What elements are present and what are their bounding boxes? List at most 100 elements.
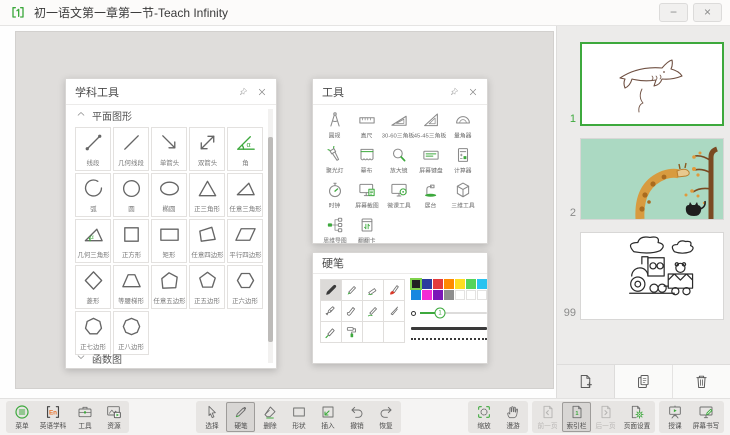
line-style-solid[interactable]: [411, 327, 487, 330]
page-thumbnail-2[interactable]: [580, 138, 724, 220]
pin-button[interactable]: [238, 87, 248, 97]
slider-track[interactable]: 1: [420, 312, 487, 314]
color-swatch[interactable]: [422, 290, 432, 300]
tool-keyboard[interactable]: 屏幕键盘: [415, 146, 446, 178]
page-thumbnail-1[interactable]: [580, 42, 724, 126]
tool-ruler[interactable]: 直尺: [351, 111, 382, 143]
pen-panel-header[interactable]: 硬笔: [313, 253, 487, 274]
shape-tile-rhombus[interactable]: 菱形: [75, 265, 111, 309]
section-function-graph[interactable]: 函数图: [66, 348, 276, 368]
tools-panel-header[interactable]: 工具: [313, 79, 487, 105]
pen-type-pen-ball[interactable]: [341, 300, 363, 322]
shape-tile-circle[interactable]: 圆: [113, 173, 149, 217]
color-swatch[interactable]: [444, 279, 454, 289]
shape-tile-angle[interactable]: α角: [227, 127, 263, 171]
tool-tri4545[interactable]: 45-45三角板: [415, 111, 446, 143]
color-swatch[interactable]: [411, 279, 421, 289]
color-swatch[interactable]: [433, 290, 443, 300]
zoom-tool-button[interactable]: 缩放: [469, 402, 498, 432]
screen-write-button[interactable]: 屏幕书写: [689, 402, 723, 432]
shape-tile-hexagon[interactable]: 正六边形: [227, 265, 263, 309]
pen-type-pen-brush[interactable]: [383, 279, 405, 301]
present-button[interactable]: 授课: [660, 402, 689, 432]
pen-type-pen-hard[interactable]: [320, 279, 342, 301]
tool-spotlight[interactable]: 聚光灯: [319, 146, 350, 178]
shape-tile-geo-segment[interactable]: 几何线段: [113, 127, 149, 171]
tool-compass[interactable]: 圆规: [319, 111, 350, 143]
slider-handle[interactable]: 1: [435, 308, 446, 319]
pen-type-pen-chalk[interactable]: [362, 279, 384, 301]
panel-scrollbar[interactable]: [268, 109, 273, 363]
pen-type-pen-ink[interactable]: [383, 300, 405, 322]
tool-protractor[interactable]: 量角器: [447, 111, 478, 143]
pin-button[interactable]: [449, 87, 459, 97]
tool-magnifier[interactable]: 放大镜: [383, 146, 414, 178]
tool-flipcard[interactable]: 翻翻卡: [351, 216, 382, 248]
close-panel-button[interactable]: [257, 87, 267, 97]
shape-tile-tri-any[interactable]: 任意三角形: [227, 173, 263, 217]
pan-tool-button[interactable]: 漫游: [498, 402, 527, 432]
minimize-button[interactable]: −: [659, 3, 688, 22]
shape-tile-ellipse[interactable]: 椭圆: [151, 173, 187, 217]
tool-tri3060[interactable]: 30-60三角板: [383, 111, 414, 143]
close-button[interactable]: ×: [693, 3, 722, 22]
pen-type-pen-texture[interactable]: [362, 300, 384, 322]
index-bar-button[interactable]: 1索引栏: [562, 402, 591, 432]
subject-en-button[interactable]: En英语学科: [36, 402, 70, 432]
shape-tile-quad-any[interactable]: 任意四边形: [189, 219, 225, 263]
page-settings-button[interactable]: 页面设置: [620, 402, 654, 432]
pen-type-pen-fountain[interactable]: [320, 300, 342, 322]
shape-tile-tri-eq[interactable]: 正三角形: [189, 173, 225, 217]
delete-page-button[interactable]: [672, 365, 730, 398]
color-swatch[interactable]: [477, 290, 487, 300]
shape-tile-tri-geo[interactable]: α几何三角形: [75, 219, 111, 263]
next-page-button[interactable]: 后一页: [591, 402, 620, 432]
select-button[interactable]: 选择: [197, 402, 226, 432]
color-swatch[interactable]: [444, 290, 454, 300]
tool-visualizer[interactable]: 展台: [415, 181, 446, 213]
scrollbar-thumb[interactable]: [268, 137, 273, 342]
subject-panel-header[interactable]: 学科工具: [66, 79, 276, 105]
eraser-tool-button[interactable]: 删除: [255, 402, 284, 432]
pen-size-slider[interactable]: 1: [411, 307, 487, 319]
resource-button[interactable]: 资源: [99, 402, 128, 432]
redo-tool-button[interactable]: 恢复: [371, 402, 400, 432]
pen-type-pen-stamp[interactable]: [341, 321, 363, 343]
close-panel-button[interactable]: [468, 87, 478, 97]
undo-tool-button[interactable]: 撤销: [342, 402, 371, 432]
tool-curtain[interactable]: 幕布: [351, 146, 382, 178]
shape-tile-square[interactable]: 正方形: [113, 219, 149, 263]
color-swatch[interactable]: [455, 279, 465, 289]
tool-calculator[interactable]: 计算器: [447, 146, 478, 178]
pen-tool-button[interactable]: 硬笔: [226, 402, 255, 432]
toolbox-button[interactable]: 工具: [70, 402, 99, 432]
shape-tile-trapezoid[interactable]: 等腰梯形: [113, 265, 149, 309]
shape-tile-pentagon[interactable]: 正五边形: [189, 265, 225, 309]
shape-tile-arrow-single[interactable]: 单箭头: [151, 127, 187, 171]
menu-button[interactable]: 菜单: [7, 402, 36, 432]
shape-tool-button[interactable]: 形状: [284, 402, 313, 432]
shape-tile-arc[interactable]: 弧: [75, 173, 111, 217]
color-swatch[interactable]: [477, 279, 487, 289]
pen-type-pen-laser[interactable]: [320, 321, 342, 343]
copy-page-button[interactable]: [615, 365, 672, 398]
tool-cube-3d[interactable]: 三维工具: [447, 181, 478, 213]
color-swatch[interactable]: [411, 290, 421, 300]
new-page-button[interactable]: [557, 365, 615, 398]
color-swatch[interactable]: [433, 279, 443, 289]
line-style-dotted[interactable]: [411, 338, 487, 340]
tool-micro-lesson[interactable]: 微课工具: [383, 181, 414, 213]
shape-tile-parallelogram[interactable]: 平行四边形: [227, 219, 263, 263]
color-swatch[interactable]: [455, 290, 465, 300]
color-swatch[interactable]: [466, 290, 476, 300]
section-plane-shapes[interactable]: 平面图形: [66, 105, 276, 126]
insert-tool-button[interactable]: 插入: [313, 402, 342, 432]
pen-type-pen-smart[interactable]: [341, 279, 363, 301]
shape-tile-segment[interactable]: 线段: [75, 127, 111, 171]
tool-mindmap[interactable]: 思维导图: [319, 216, 350, 248]
page-thumbnail-99[interactable]: [580, 232, 724, 320]
tool-clock[interactable]: 时钟: [319, 181, 350, 213]
shape-tile-arrow-double[interactable]: 双箭头: [189, 127, 225, 171]
prev-page-button[interactable]: 前一页: [533, 402, 562, 432]
color-swatch[interactable]: [422, 279, 432, 289]
